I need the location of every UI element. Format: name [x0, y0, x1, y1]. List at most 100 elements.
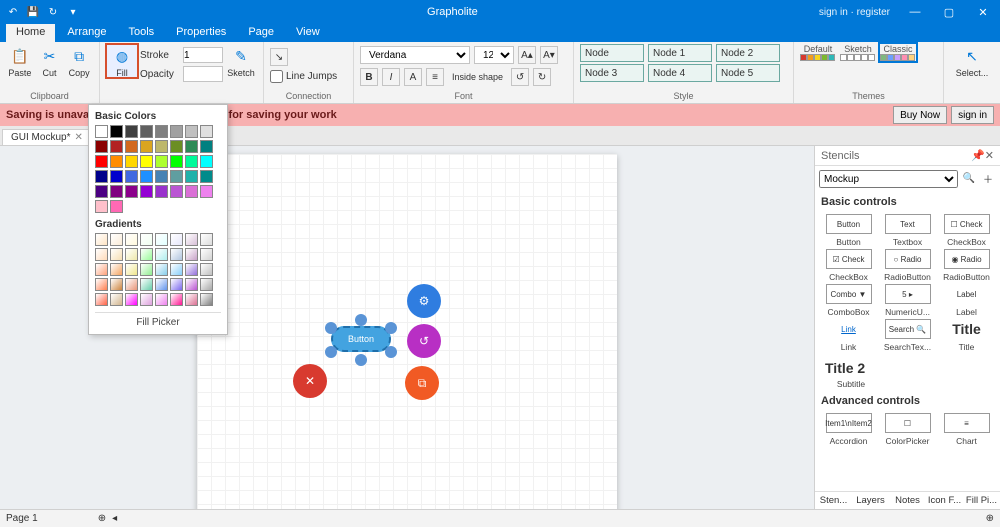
gradient-swatch[interactable]	[125, 278, 138, 291]
color-swatch[interactable]	[185, 155, 198, 168]
font-shrink-button[interactable]: A▾	[540, 46, 558, 64]
panel-tab-iconfinder[interactable]: Icon F...	[926, 492, 963, 509]
color-swatch[interactable]	[110, 140, 123, 153]
canvas-page[interactable]: ⚙ ↺ ✕ ⧉ Button	[197, 154, 617, 509]
color-swatch[interactable]	[170, 155, 183, 168]
align-button[interactable]: ≡	[426, 68, 444, 86]
gradient-swatch[interactable]	[170, 263, 183, 276]
style-node[interactable]: Node	[580, 44, 644, 62]
tab-tools[interactable]: Tools	[118, 24, 164, 42]
paste-button[interactable]: 📋Paste	[6, 44, 34, 78]
theme-default[interactable]: Default	[800, 44, 836, 61]
color-swatch[interactable]	[170, 185, 183, 198]
save-icon[interactable]: 💾	[26, 5, 40, 19]
gradient-swatch[interactable]	[155, 263, 168, 276]
stencil-item[interactable]: TextTextbox	[880, 214, 935, 247]
color-swatch[interactable]	[200, 140, 213, 153]
shape-gear-circle[interactable]: ⚙	[407, 284, 441, 318]
scroll-left-button[interactable]: ◂	[112, 513, 117, 524]
qat-more-icon[interactable]: ▾	[66, 5, 80, 19]
gradient-swatch[interactable]	[155, 278, 168, 291]
color-swatch[interactable]	[110, 200, 123, 213]
gradient-swatch[interactable]	[170, 278, 183, 291]
gradient-swatch[interactable]	[95, 263, 108, 276]
gradient-swatch[interactable]	[95, 293, 108, 306]
tab-home[interactable]: Home	[6, 24, 55, 42]
stencil-item[interactable]: ☐ CheckCheckBox	[939, 214, 994, 247]
select-button[interactable]: ↖Select...	[950, 44, 994, 78]
cut-button[interactable]: ✂Cut	[36, 44, 64, 78]
color-swatch[interactable]	[110, 155, 123, 168]
add-icon[interactable]: ＋	[980, 170, 996, 186]
maximize-button[interactable]: ▢	[932, 0, 966, 24]
stroke-input[interactable]	[183, 47, 223, 63]
connector-type-button[interactable]: ↘	[270, 48, 288, 66]
gradient-swatch[interactable]	[110, 293, 123, 306]
sign-in-button[interactable]: sign in	[951, 106, 994, 124]
gradient-swatch[interactable]	[125, 293, 138, 306]
gradient-swatch[interactable]	[140, 278, 153, 291]
shape-copy-circle[interactable]: ⧉	[405, 366, 439, 400]
font-color-button[interactable]: A	[404, 68, 422, 86]
font-size-select[interactable]: 12	[474, 46, 514, 64]
search-icon[interactable]: 🔍	[961, 170, 977, 186]
stencil-category-select[interactable]: Mockup	[819, 170, 958, 188]
color-swatch[interactable]	[170, 170, 183, 183]
close-button[interactable]: ✕	[966, 0, 1000, 24]
stencil-item[interactable]: ○ RadioRadioButton	[880, 249, 935, 282]
gradient-swatch[interactable]	[155, 233, 168, 246]
gradient-swatch[interactable]	[95, 278, 108, 291]
stencil-item[interactable]: Combo ▼ComboBox	[821, 284, 876, 317]
gradient-swatch[interactable]	[140, 263, 153, 276]
style-node[interactable]: Node 2	[716, 44, 780, 62]
font-family-select[interactable]: Verdana	[360, 46, 470, 64]
stencil-item[interactable]: LabelLabel	[939, 284, 994, 317]
close-doc-icon[interactable]: ✕	[74, 132, 82, 143]
color-swatch[interactable]	[140, 140, 153, 153]
stencil-item[interactable]: ☑ CheckCheckBox	[821, 249, 876, 282]
buy-now-button[interactable]: Buy Now	[893, 106, 947, 124]
gradient-swatch[interactable]	[110, 263, 123, 276]
color-swatch[interactable]	[185, 170, 198, 183]
shape-delete-circle[interactable]: ✕	[293, 364, 327, 398]
stencil-title2-preview[interactable]: Title 2	[825, 360, 865, 376]
sketch-button[interactable]: ✎Sketch	[225, 44, 257, 78]
selection-handle[interactable]	[385, 346, 397, 358]
tab-view[interactable]: View	[286, 24, 330, 42]
gradient-swatch[interactable]	[110, 278, 123, 291]
panel-tab-notes[interactable]: Notes	[889, 492, 926, 509]
gradient-swatch[interactable]	[185, 263, 198, 276]
color-swatch[interactable]	[110, 170, 123, 183]
color-swatch[interactable]	[155, 185, 168, 198]
stencil-item[interactable]: LinkLink	[821, 319, 876, 352]
stencil-item[interactable]: ≡Chart	[939, 413, 994, 446]
color-swatch[interactable]	[155, 155, 168, 168]
tab-arrange[interactable]: Arrange	[57, 24, 116, 42]
gradient-swatch[interactable]	[200, 248, 213, 261]
add-page-button[interactable]: ⊕	[98, 513, 106, 524]
gradient-swatch[interactable]	[110, 233, 123, 246]
stencil-item[interactable]: ☐ColorPicker	[880, 413, 935, 446]
panel-close-icon[interactable]: ✕	[985, 149, 994, 162]
stencil-item[interactable]: Search 🔍SearchTex...	[880, 319, 935, 352]
color-swatch[interactable]	[170, 140, 183, 153]
gradient-swatch[interactable]	[185, 278, 198, 291]
selection-handle[interactable]	[325, 322, 337, 334]
selection-handle[interactable]	[325, 346, 337, 358]
shape-undo-circle[interactable]: ↺	[407, 324, 441, 358]
color-swatch[interactable]	[170, 125, 183, 138]
fill-picker-footer[interactable]: Fill Picker	[95, 312, 221, 328]
tab-properties[interactable]: Properties	[166, 24, 236, 42]
gradient-swatch[interactable]	[125, 263, 138, 276]
tab-page[interactable]: Page	[238, 24, 284, 42]
stencil-item[interactable]: ButtonButton	[821, 214, 876, 247]
theme-classic[interactable]: Classic	[880, 44, 916, 61]
color-swatch[interactable]	[140, 125, 153, 138]
color-swatch[interactable]	[125, 125, 138, 138]
color-swatch[interactable]	[140, 185, 153, 198]
gradient-swatch[interactable]	[125, 248, 138, 261]
color-swatch[interactable]	[95, 185, 108, 198]
color-swatch[interactable]	[200, 155, 213, 168]
style-node[interactable]: Node 5	[716, 64, 780, 82]
document-tab[interactable]: GUI Mockup*✕	[2, 129, 92, 145]
